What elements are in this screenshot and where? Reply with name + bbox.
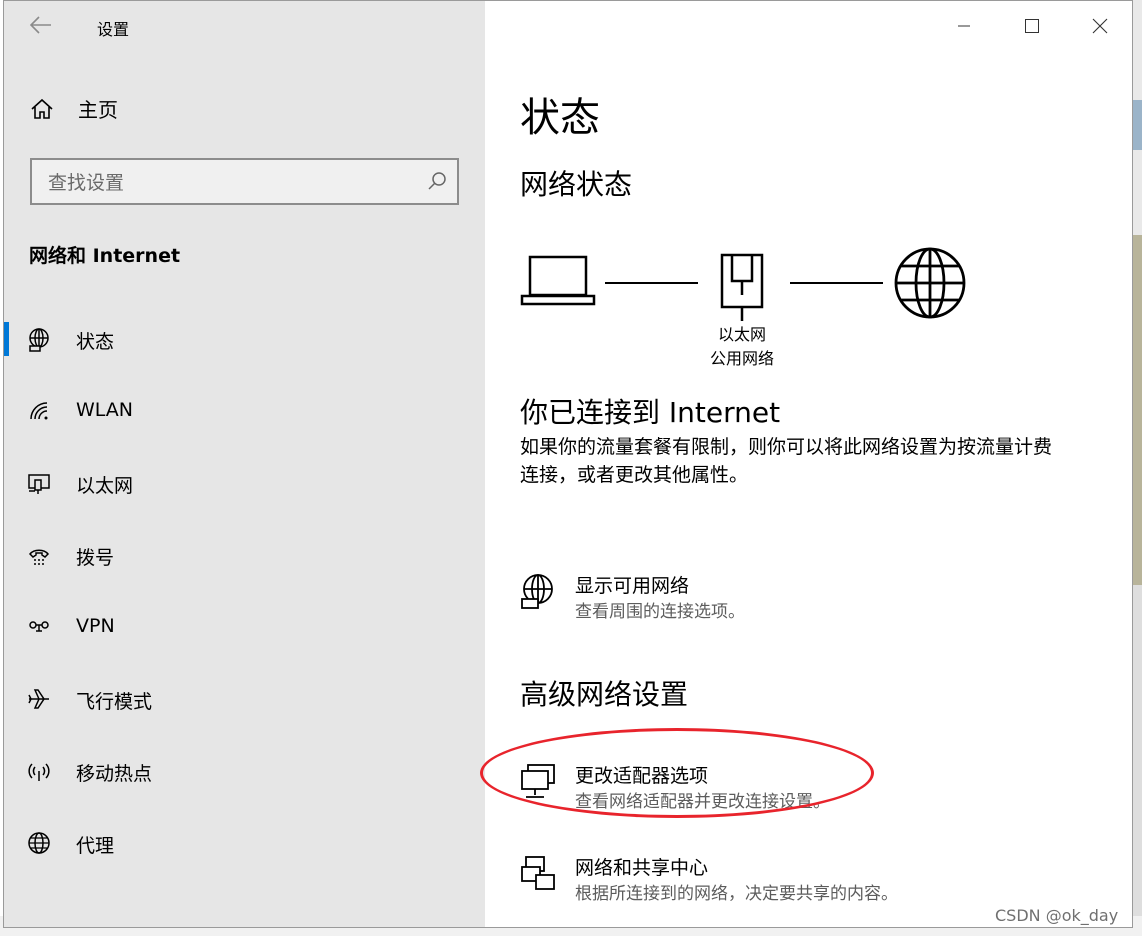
wifi-icon (30, 402, 48, 420)
sidebar-nav: 状态 WLAN 以太网 拨号 VPN 飞行模式 移动热点 代理 (4, 304, 485, 880)
network-status-heading: 网络状态 (520, 168, 633, 201)
dialup-icon (28, 549, 50, 565)
sidebar-item-wlan[interactable]: WLAN (4, 376, 485, 448)
back-button[interactable] (26, 11, 56, 41)
globe-icon (29, 328, 49, 352)
hotspot-icon (28, 763, 50, 781)
background-window-edge (1133, 0, 1142, 936)
window-controls (930, 1, 1132, 51)
network-type: 公用网络 (709, 349, 774, 368)
ethernet-icon (28, 474, 50, 494)
internet-globe-icon (894, 247, 966, 319)
window-title: 设置 (97, 20, 130, 39)
sidebar-item-dialup[interactable]: 拨号 (4, 520, 485, 592)
close-button[interactable] (1066, 1, 1132, 51)
close-icon (1092, 18, 1108, 34)
sidebar-item-label: 代理 (76, 835, 115, 857)
sidebar-item-label: VPN (76, 615, 115, 637)
home-label: 主页 (78, 98, 118, 122)
sidebar-item-vpn[interactable]: VPN (4, 592, 485, 664)
network-adapter-icon (521, 764, 555, 798)
sidebar-item-label: 飞行模式 (76, 691, 153, 713)
globe-network-icon (521, 574, 553, 609)
vpn-icon (29, 621, 49, 632)
sidebar-item-label: 状态 (76, 331, 115, 353)
link-subtitle: 查看网络适配器并更改连接设置。 (575, 792, 830, 812)
description-line: 连接，或者更改其他属性。 (520, 464, 749, 486)
sidebar-item-label: WLAN (76, 399, 134, 421)
connected-description: 如果你的流量套餐有限制，则你可以将此网络设置为按流量计费 连接，或者更改其他属性… (520, 433, 1110, 489)
sharing-center-icon (521, 856, 555, 890)
sidebar-item-label: 以太网 (76, 475, 134, 497)
page-title: 状态 (520, 95, 600, 141)
search-input[interactable] (46, 168, 420, 198)
main-content: 状态 网络状态 以太网 公用网络 你已连接到 Internet 如果你的流量套餐… (480, 1, 1132, 927)
search-icon[interactable] (427, 171, 447, 191)
connected-heading: 你已连接到 Internet (520, 396, 781, 429)
home-link[interactable]: 主页 (30, 94, 118, 123)
airplane-icon (28, 689, 49, 709)
sidebar-item-proxy[interactable]: 代理 (4, 808, 485, 880)
network-name: 以太网 (717, 325, 766, 344)
connection-line (605, 282, 698, 284)
maximize-button[interactable] (998, 1, 1066, 51)
network-diagram: 以太网 公用网络 (520, 245, 980, 375)
home-icon (31, 98, 53, 119)
section-title: 网络和 Internet (29, 245, 181, 267)
link-subtitle: 查看周围的连接选项。 (575, 602, 745, 622)
laptop-icon (520, 255, 596, 306)
sidebar: 设置 主页 网络和 Internet 状态 WLAN 以太网 (4, 1, 485, 927)
router-icon (720, 253, 764, 321)
sidebar-item-label: 拨号 (76, 547, 115, 569)
sidebar-item-hotspot[interactable]: 移动热点 (4, 736, 485, 808)
settings-window: 设置 主页 网络和 Internet 状态 WLAN 以太网 (3, 0, 1133, 928)
sidebar-item-status[interactable]: 状态 (4, 304, 485, 376)
sidebar-item-airplane[interactable]: 飞行模式 (4, 664, 485, 736)
connection-line (790, 282, 883, 284)
sidebar-item-ethernet[interactable]: 以太网 (4, 448, 485, 520)
link-subtitle: 根据所连接到的网络，决定要共享的内容。 (575, 884, 898, 904)
watermark: CSDN @ok_day (995, 906, 1119, 925)
link-title: 显示可用网络 (575, 575, 690, 597)
proxy-icon (28, 832, 50, 854)
minimize-icon (958, 25, 970, 27)
maximize-icon (1025, 19, 1039, 33)
advanced-settings-heading: 高级网络设置 (520, 678, 689, 711)
description-line: 如果你的流量套餐有限制，则你可以将此网络设置为按流量计费 (520, 436, 1053, 458)
minimize-button[interactable] (930, 1, 998, 51)
link-title: 更改适配器选项 (575, 765, 709, 787)
sidebar-item-label: 移动热点 (76, 763, 153, 785)
link-title: 网络和共享中心 (575, 857, 709, 879)
back-arrow-icon (29, 16, 51, 34)
search-box[interactable] (30, 158, 459, 205)
